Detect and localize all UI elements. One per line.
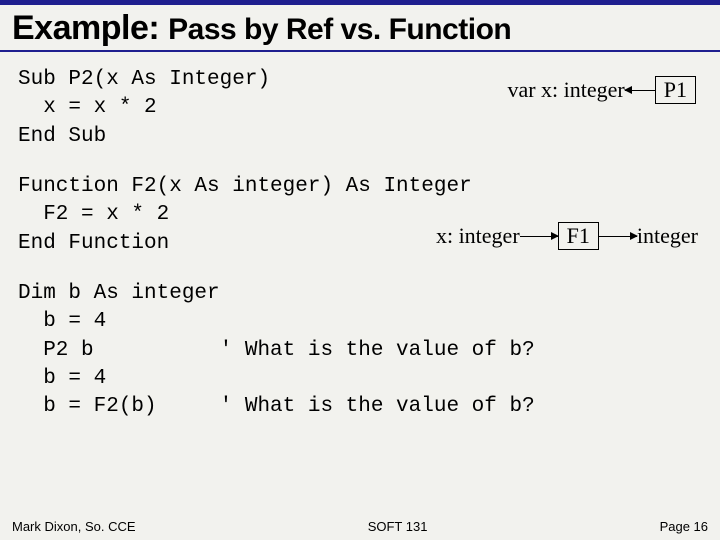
code-block-3: Dim b As integer b = 4 P2 b ' What is th… <box>18 280 702 422</box>
arrow-right-icon <box>599 236 637 237</box>
arrow-right-icon <box>520 236 558 237</box>
diag2-out: integer <box>637 223 698 249</box>
diagram-f1: x: integer F1 integer <box>436 222 698 250</box>
footer-right: Page 16 <box>660 519 708 534</box>
footer-left: Mark Dixon, So. CCE <box>12 519 136 534</box>
title-main: Example: <box>12 9 168 47</box>
arrow-left-icon <box>625 90 655 91</box>
content-area: Sub P2(x As Integer) x = x * 2 End Sub F… <box>0 52 720 422</box>
diag1-label: var x: integer <box>507 77 624 103</box>
diag2-in: x: integer <box>436 223 520 249</box>
diag1-box: P1 <box>655 76 696 104</box>
footer: Mark Dixon, So. CCE SOFT 131 Page 16 <box>0 519 720 534</box>
diag2-box: F1 <box>558 222 599 250</box>
diagram-p1: var x: integer P1 <box>507 76 696 104</box>
slide-title: Example: Pass by Ref vs. Function <box>0 5 720 52</box>
title-sub: Pass by Ref vs. Function <box>168 13 511 46</box>
footer-center: SOFT 131 <box>368 519 428 534</box>
